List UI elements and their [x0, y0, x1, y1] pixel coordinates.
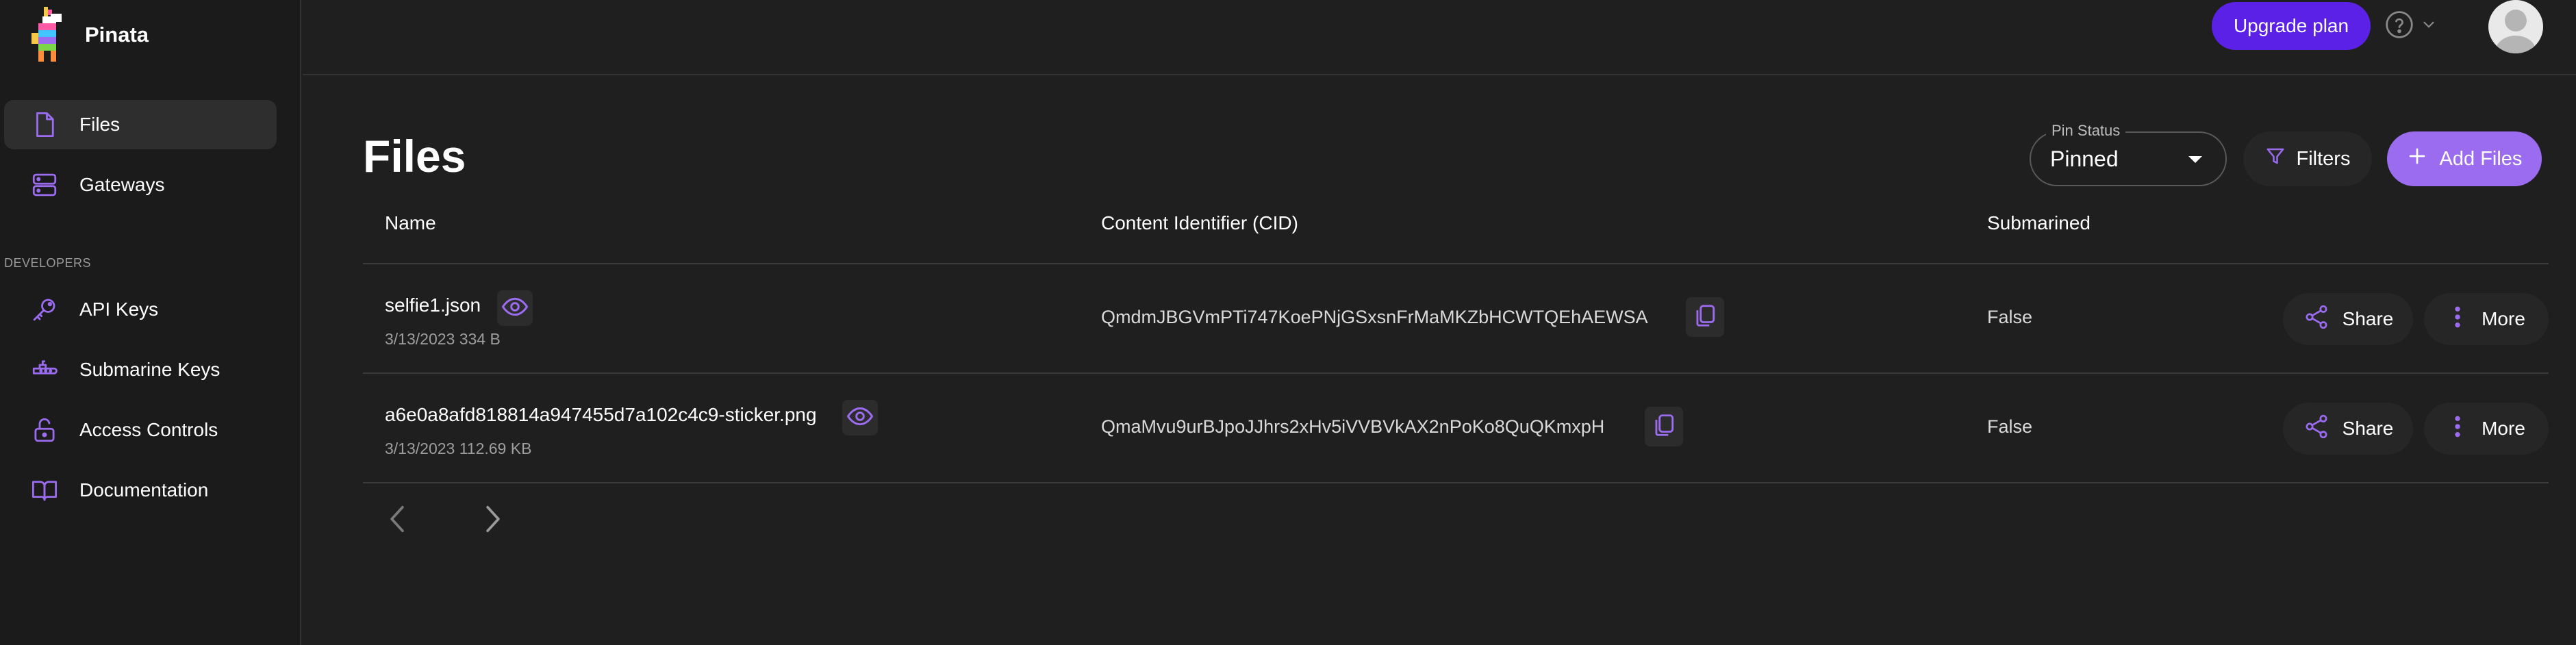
file-name[interactable]: selfie1.json	[385, 294, 481, 316]
submarine-icon	[29, 354, 60, 385]
sidebar-item-label: API Keys	[79, 299, 159, 320]
sidebar-item-gateways[interactable]: Gateways	[4, 160, 277, 210]
help-menu-button[interactable]	[2384, 10, 2438, 43]
sidebar-item-submarine-keys[interactable]: Submarine Keys	[4, 345, 277, 394]
upgrade-plan-button[interactable]: Upgrade plan	[2212, 2, 2371, 50]
filters-label: Filters	[2296, 147, 2351, 170]
pagination	[383, 498, 507, 540]
eye-icon	[501, 293, 529, 324]
chevron-down-icon	[2420, 16, 2438, 37]
sidebar-item-documentation[interactable]: Documentation	[4, 466, 277, 515]
sidebar-item-access-controls[interactable]: Access Controls	[4, 405, 277, 455]
table-row[interactable]: a6e0a8afd818814a947455d7a102c4c9-sticker…	[363, 374, 2549, 483]
app-name: Pinata	[85, 23, 149, 47]
copy-cid-button[interactable]	[1686, 297, 1724, 337]
page-title: Files	[363, 131, 466, 181]
column-header-cid[interactable]: Content Identifier (CID)	[1101, 212, 1298, 234]
copy-cid-button[interactable]	[1645, 407, 1683, 446]
chevron-right-icon[interactable]	[479, 498, 507, 540]
table-row[interactable]: selfie1.json 3/13/2023 334 B QmdmJBGVmPT…	[363, 264, 2549, 374]
cid-value: QmdmJBGVmPTi747KoePNjGSxsnFrMaMKZbHCWTQE…	[1101, 307, 1648, 327]
file-meta: 3/13/2023 334 B	[385, 330, 501, 348]
more-vertical-icon	[2447, 303, 2482, 336]
filters-button[interactable]: Filters	[2243, 131, 2372, 186]
share-button[interactable]: Share	[2283, 293, 2413, 345]
preview-button[interactable]	[497, 290, 533, 326]
files-table: Name Content Identifier (CID) Submarined…	[363, 199, 2549, 483]
more-label: More	[2482, 418, 2525, 439]
brand[interactable]: Pinata	[27, 4, 149, 66]
share-icon	[2303, 413, 2343, 445]
eye-icon	[846, 403, 874, 433]
pin-status-label: Pin Status	[2046, 122, 2126, 140]
sidebar: Pinata Files Gateways DEVELOPERS API Key…	[0, 0, 301, 645]
sidebar-item-label: Access Controls	[79, 419, 218, 440]
cid-value: QmaMvu9urBJpoJJhrs2xHv5iVVBVkAX2nPoKo8Qu…	[1101, 416, 1605, 437]
add-files-label: Add Files	[2439, 147, 2523, 170]
book-icon	[29, 475, 60, 506]
pin-status-value: Pinned	[2050, 147, 2119, 171]
help-icon	[2384, 10, 2414, 43]
sidebar-item-label: Gateways	[79, 174, 165, 195]
copy-icon	[1692, 302, 1718, 333]
pinata-logo-icon	[27, 4, 71, 66]
avatar[interactable]	[2488, 0, 2543, 53]
share-icon	[2303, 303, 2343, 336]
more-vertical-icon	[2447, 413, 2482, 445]
table-header: Name Content Identifier (CID) Submarined	[363, 199, 2549, 264]
sidebar-item-label: Files	[79, 114, 121, 135]
plus-icon	[2407, 146, 2440, 172]
share-label: Share	[2342, 418, 2394, 439]
sidebar-item-files[interactable]: Files	[4, 100, 277, 149]
sidebar-item-api-keys[interactable]: API Keys	[4, 285, 277, 334]
preview-button[interactable]	[842, 400, 878, 435]
column-header-name[interactable]: Name	[385, 212, 436, 234]
submarined-value: False	[1987, 307, 2033, 327]
pin-status-select[interactable]: Pin Status Pinned	[2030, 122, 2227, 186]
developers-section-label: DEVELOPERS	[4, 256, 92, 270]
filter-icon	[2265, 146, 2297, 172]
lock-icon	[29, 414, 60, 446]
chevron-left-icon[interactable]	[383, 498, 411, 540]
more-button[interactable]: More	[2424, 403, 2549, 455]
column-header-submarined[interactable]: Submarined	[1987, 212, 2091, 234]
more-button[interactable]: More	[2424, 293, 2549, 345]
server-icon	[29, 169, 60, 201]
share-button[interactable]: Share	[2283, 403, 2413, 455]
caret-down-icon	[2188, 156, 2202, 163]
file-icon	[29, 109, 60, 140]
file-meta: 3/13/2023 112.69 KB	[385, 440, 532, 457]
sidebar-item-label: Documentation	[79, 479, 209, 501]
add-files-button[interactable]: Add Files	[2387, 131, 2542, 186]
more-label: More	[2482, 308, 2525, 329]
share-label: Share	[2342, 308, 2394, 329]
copy-icon	[1651, 412, 1677, 442]
submarined-value: False	[1987, 416, 2033, 437]
file-name[interactable]: a6e0a8afd818814a947455d7a102c4c9-sticker…	[385, 404, 817, 426]
sidebar-item-label: Submarine Keys	[79, 359, 220, 380]
key-icon	[29, 294, 60, 325]
